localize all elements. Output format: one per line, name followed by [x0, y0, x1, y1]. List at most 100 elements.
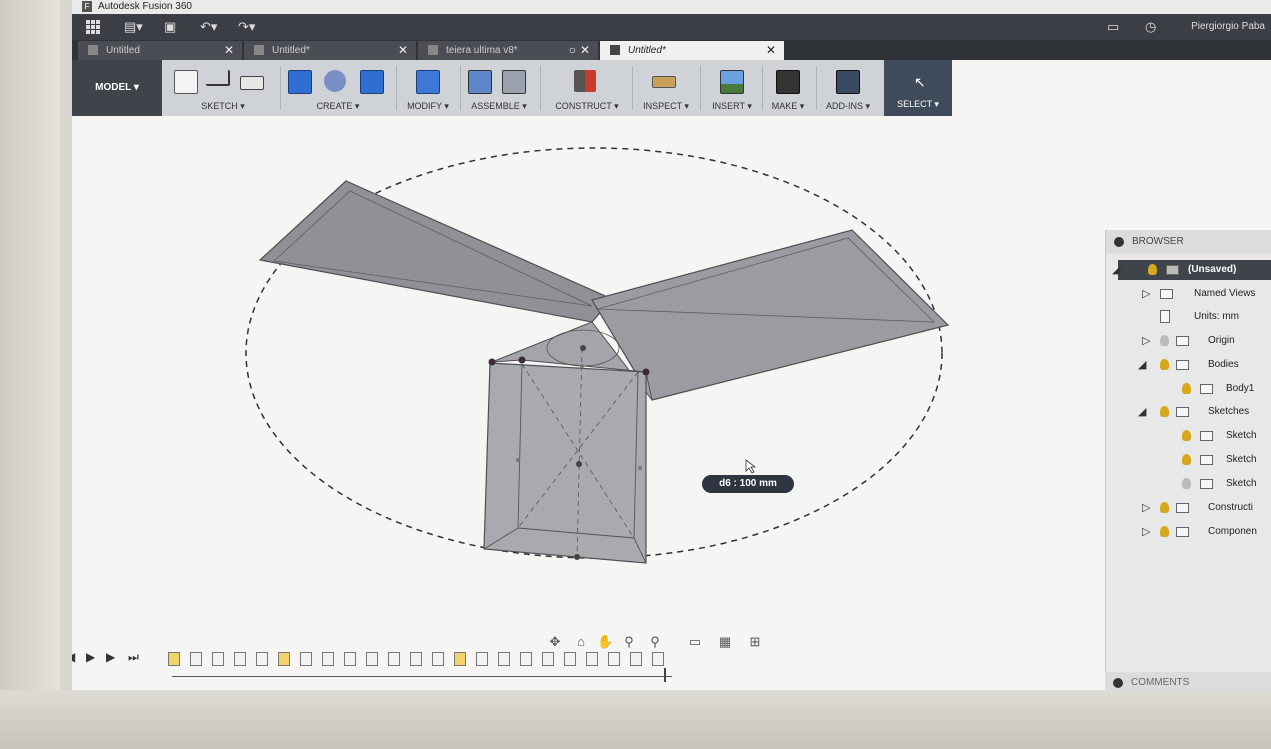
collapse-triangle-icon[interactable]: ◢ — [1138, 402, 1146, 422]
close-icon[interactable]: ✕ — [224, 41, 234, 60]
tab-untitled-active[interactable]: Untitled* ✕ — [600, 41, 784, 60]
model-canvas[interactable] — [72, 116, 1271, 690]
collapse-panel-icon[interactable] — [1114, 237, 1124, 247]
inspect-group[interactable]: INSPECT ▾ — [636, 64, 696, 114]
measure-ruler-icon[interactable] — [652, 76, 676, 88]
extrude-icon[interactable] — [288, 70, 312, 94]
body-arm-front[interactable] — [483, 362, 647, 564]
expand-triangle-icon[interactable]: ▷ — [1142, 284, 1150, 304]
sketch-point[interactable] — [642, 368, 650, 376]
timeline-feature-icon[interactable] — [366, 652, 378, 666]
data-panel-grid-icon[interactable] — [86, 20, 100, 34]
rectangle-icon[interactable] — [240, 76, 264, 90]
browser-item-components[interactable]: ▷ Componen — [1118, 522, 1271, 542]
visibility-bulb-icon[interactable] — [1160, 502, 1169, 513]
insert-group[interactable]: INSERT ▾ — [704, 64, 760, 114]
timeline-feature-icon[interactable] — [168, 652, 180, 666]
sketch-point[interactable] — [576, 461, 582, 467]
visibility-bulb-icon[interactable] — [1148, 264, 1157, 275]
timeline-feature-icon[interactable] — [322, 652, 334, 666]
timeline-feature-icon[interactable] — [652, 652, 664, 666]
scripts-icon[interactable] — [836, 70, 860, 94]
assemble-group[interactable]: ASSEMBLE ▾ — [464, 64, 534, 114]
expand-triangle-icon[interactable]: ▷ — [1142, 331, 1150, 351]
sketch-point[interactable] — [638, 466, 642, 470]
undo-icon[interactable]: ↶▾ — [200, 19, 217, 35]
visibility-bulb-icon[interactable] — [1160, 406, 1169, 417]
expand-triangle-icon[interactable]: ▷ — [1142, 522, 1150, 542]
new-component-icon[interactable] — [468, 70, 492, 94]
timeline-feature-icon[interactable] — [586, 652, 598, 666]
browser-item-sketch[interactable]: Sketch — [1118, 426, 1271, 446]
collapse-triangle-icon[interactable]: ◢ — [1138, 355, 1146, 375]
offset-plane-icon[interactable] — [574, 70, 596, 92]
timeline-feature-icon[interactable] — [256, 652, 268, 666]
timeline-feature-icon[interactable] — [454, 652, 466, 666]
close-icon[interactable]: ✕ — [766, 41, 776, 60]
timeline-feature-icon[interactable] — [410, 652, 422, 666]
create-group[interactable]: CREATE ▾ — [284, 64, 392, 114]
timeline-next-icon[interactable]: ▶ — [106, 650, 115, 664]
sketch-point[interactable] — [488, 358, 496, 366]
browser-item-sketches[interactable]: ◢ Sketches — [1118, 402, 1271, 422]
tab-untitled-1[interactable]: Untitled ✕ — [78, 41, 242, 60]
press-pull-icon[interactable] — [416, 70, 440, 94]
box-icon[interactable] — [360, 70, 384, 94]
browser-item-bodies[interactable]: ◢ Bodies — [1118, 355, 1271, 375]
user-name[interactable]: Piergiorgio Paba — [1191, 21, 1265, 32]
body-arm-left[interactable] — [258, 180, 613, 323]
timeline-feature-icon[interactable] — [344, 652, 356, 666]
timeline-feature-icon[interactable] — [300, 652, 312, 666]
visibility-bulb-icon[interactable] — [1182, 383, 1191, 394]
browser-item-sketch[interactable]: Sketch — [1118, 474, 1271, 494]
browser-item-construction[interactable]: ▷ Constructi — [1118, 498, 1271, 518]
visibility-bulb-icon[interactable] — [1182, 454, 1191, 465]
close-icon[interactable]: ✕ — [398, 41, 408, 60]
browser-item-origin[interactable]: ▷ Origin — [1118, 331, 1271, 351]
timeline-feature-icon[interactable] — [432, 652, 444, 666]
dimension-tooltip[interactable]: d6 : 100 mm — [702, 475, 794, 493]
workspace-switcher[interactable]: MODEL ▾ — [72, 60, 162, 116]
visibility-bulb-icon[interactable] — [1182, 478, 1191, 489]
construct-group[interactable]: CONSTRUCT ▾ — [544, 64, 630, 114]
browser-item-body1[interactable]: Body1 — [1118, 379, 1271, 399]
timeline-feature-icon[interactable] — [542, 652, 554, 666]
visibility-bulb-icon[interactable] — [1182, 430, 1191, 441]
insert-image-icon[interactable] — [720, 70, 744, 94]
timeline-feature-icon[interactable] — [630, 652, 642, 666]
expand-triangle-icon[interactable]: ▷ — [1142, 498, 1150, 518]
timeline-feature-icon[interactable] — [234, 652, 246, 666]
redo-icon[interactable]: ↷▾ — [238, 19, 255, 35]
browser-item-sketch[interactable]: Sketch — [1118, 450, 1271, 470]
tab-teiera[interactable]: teiera ultima v8* ○ ✕ — [418, 41, 598, 60]
expand-panel-icon[interactable] — [1113, 678, 1123, 688]
timeline-feature-icon[interactable] — [212, 652, 224, 666]
sketch-point[interactable] — [574, 554, 580, 560]
file-menu-icon[interactable]: ▤▾ — [124, 19, 143, 35]
line-icon[interactable] — [206, 70, 230, 86]
timeline-feature-icon[interactable] — [278, 652, 290, 666]
job-status-icon[interactable]: ◷ — [1145, 19, 1156, 35]
timeline-previous-icon[interactable]: ◀ — [72, 650, 75, 664]
timeline-feature-icon[interactable] — [520, 652, 532, 666]
sketch-point[interactable] — [516, 458, 520, 462]
make-group[interactable]: MAKE ▾ — [764, 64, 812, 114]
timeline-feature-icon[interactable] — [564, 652, 576, 666]
timeline-feature-icon[interactable] — [476, 652, 488, 666]
select-group[interactable]: ↖ SELECT ▾ — [884, 60, 952, 116]
browser-item-named-views[interactable]: ▷ Named Views — [1118, 284, 1271, 304]
sketch-point[interactable] — [580, 364, 584, 368]
timeline-feature-icon[interactable] — [608, 652, 620, 666]
browser-header[interactable]: BROWSER — [1106, 230, 1271, 254]
modify-group[interactable]: MODIFY ▾ — [400, 64, 456, 114]
timeline-feature-icon[interactable] — [388, 652, 400, 666]
tab-untitled-2[interactable]: Untitled* ✕ — [244, 41, 416, 60]
sketch-point[interactable] — [580, 345, 586, 351]
browser-item-units[interactable]: Units: mm — [1118, 307, 1271, 327]
timeline-marker-icon[interactable] — [664, 668, 666, 682]
sphere-mesh-icon[interactable] — [324, 70, 346, 92]
browser-item-root[interactable]: ◢ (Unsaved) — [1112, 260, 1271, 280]
save-icon[interactable]: ▣ — [164, 19, 176, 35]
joint-icon[interactable] — [502, 70, 526, 94]
timeline-feature-icon[interactable] — [498, 652, 510, 666]
